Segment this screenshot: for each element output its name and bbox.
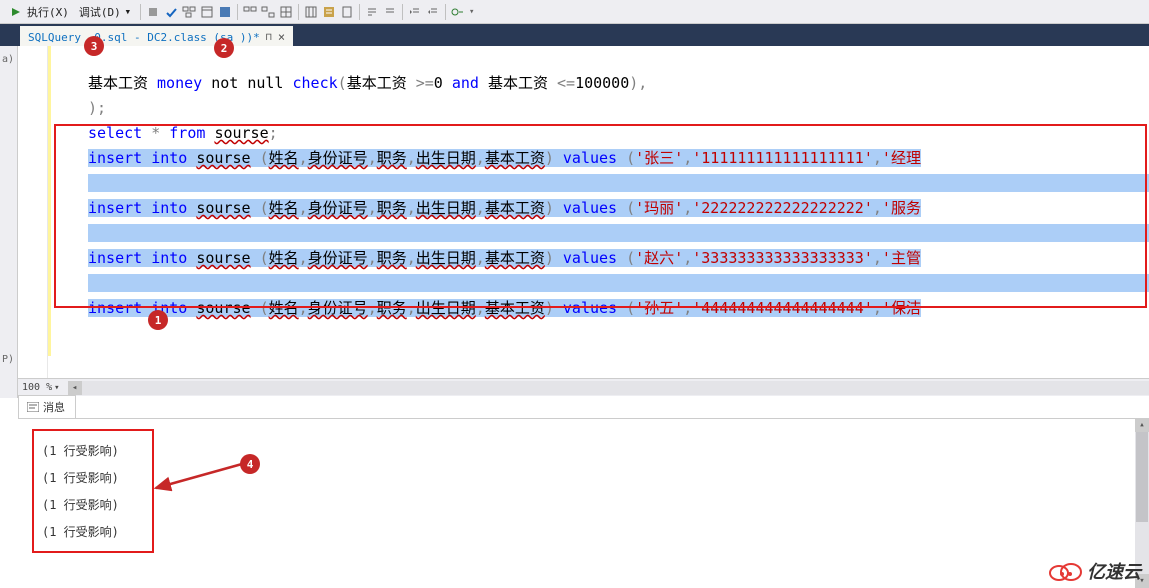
debug-button[interactable]: 调试(D) ▾ bbox=[75, 2, 136, 22]
tab-bar: SQLQuery .0.sql - DC2.class (sa ))* ⊓ × bbox=[0, 24, 1149, 46]
dropdown-icon: ▾ bbox=[54, 383, 59, 393]
annotation-badge-2: 2 bbox=[214, 38, 234, 58]
watermark-text: 亿速云 bbox=[1087, 558, 1141, 584]
separator bbox=[402, 4, 403, 20]
live-stats-icon[interactable] bbox=[260, 4, 276, 20]
query-options-icon[interactable] bbox=[199, 4, 215, 20]
results-grid-icon[interactable] bbox=[303, 4, 319, 20]
separator bbox=[445, 4, 446, 20]
messages-pane[interactable]: (1 行受影响) (1 行受影响) (1 行受影响) (1 行受影响) bbox=[18, 418, 1149, 588]
parse-icon[interactable] bbox=[163, 4, 179, 20]
play-icon bbox=[8, 4, 24, 20]
gutter-label: a) bbox=[2, 54, 14, 65]
message-line: (1 行受影响) bbox=[42, 518, 144, 545]
scroll-left-icon[interactable]: ◂ bbox=[68, 381, 82, 395]
comment-icon[interactable] bbox=[364, 4, 380, 20]
zoom-value: 100 % bbox=[22, 382, 52, 393]
scroll-up-icon[interactable]: ▴ bbox=[1135, 418, 1149, 432]
execute-button[interactable]: 执行(X) bbox=[4, 2, 73, 22]
left-margin: a) P) bbox=[0, 46, 18, 398]
pin-icon[interactable]: ⊓ bbox=[266, 32, 272, 43]
estimated-plan-icon[interactable] bbox=[181, 4, 197, 20]
horizontal-scrollbar[interactable]: ◂ bbox=[68, 381, 1149, 395]
message-line: (1 行受影响) bbox=[42, 491, 144, 518]
dropdown-icon[interactable]: ▾ bbox=[468, 4, 476, 20]
cloud-icon bbox=[1047, 559, 1083, 583]
result-tabs: 消息 bbox=[18, 396, 76, 418]
document-tab[interactable]: SQLQuery .0.sql - DC2.class (sa ))* ⊓ × bbox=[20, 26, 293, 46]
annotation-badge-4: 4 bbox=[240, 454, 260, 474]
separator bbox=[237, 4, 238, 20]
annotation-arrow bbox=[150, 458, 250, 498]
results-text-icon[interactable] bbox=[321, 4, 337, 20]
zoom-control[interactable]: 100 % ▾ bbox=[18, 382, 64, 393]
toolbar: 执行(X) 调试(D) ▾ bbox=[0, 0, 1149, 24]
messages-tab-label: 消息 bbox=[43, 399, 65, 415]
separator bbox=[359, 4, 360, 20]
stop-debug-icon[interactable] bbox=[145, 4, 161, 20]
messages-icon bbox=[27, 402, 39, 412]
code-area[interactable]: 基本工资 money not null check(基本工资 >=0 and 基… bbox=[48, 46, 1149, 384]
gutter-label: P) bbox=[2, 354, 14, 365]
debug-label: 调试(D) bbox=[79, 4, 121, 20]
client-stats-icon[interactable] bbox=[278, 4, 294, 20]
zoom-bar: 100 % ▾ ◂ bbox=[18, 378, 1149, 396]
watermark: 亿速云 bbox=[1047, 558, 1141, 584]
annotation-badge-3: 3 bbox=[84, 36, 104, 56]
specify-values-icon[interactable] bbox=[450, 4, 466, 20]
outdent-icon[interactable] bbox=[425, 4, 441, 20]
uncomment-icon[interactable] bbox=[382, 4, 398, 20]
messages-tab[interactable]: 消息 bbox=[18, 395, 76, 418]
results-file-icon[interactable] bbox=[339, 4, 355, 20]
line-gutter bbox=[18, 46, 48, 384]
actual-plan-icon[interactable] bbox=[242, 4, 258, 20]
intellisense-icon[interactable] bbox=[217, 4, 233, 20]
scroll-thumb[interactable] bbox=[1136, 432, 1148, 522]
annotation-badge-1: 1 bbox=[148, 310, 168, 330]
editor[interactable]: 基本工资 money not null check(基本工资 >=0 and 基… bbox=[18, 46, 1149, 384]
dropdown-icon: ▾ bbox=[124, 4, 132, 20]
close-icon[interactable]: × bbox=[278, 30, 285, 44]
separator bbox=[298, 4, 299, 20]
separator bbox=[140, 4, 141, 20]
message-line: (1 行受影响) bbox=[42, 464, 144, 491]
annotation-box-4: (1 行受影响) (1 行受影响) (1 行受影响) (1 行受影响) bbox=[32, 429, 154, 553]
indent-icon[interactable] bbox=[407, 4, 423, 20]
message-line: (1 行受影响) bbox=[42, 437, 144, 464]
execute-label: 执行(X) bbox=[27, 4, 69, 20]
